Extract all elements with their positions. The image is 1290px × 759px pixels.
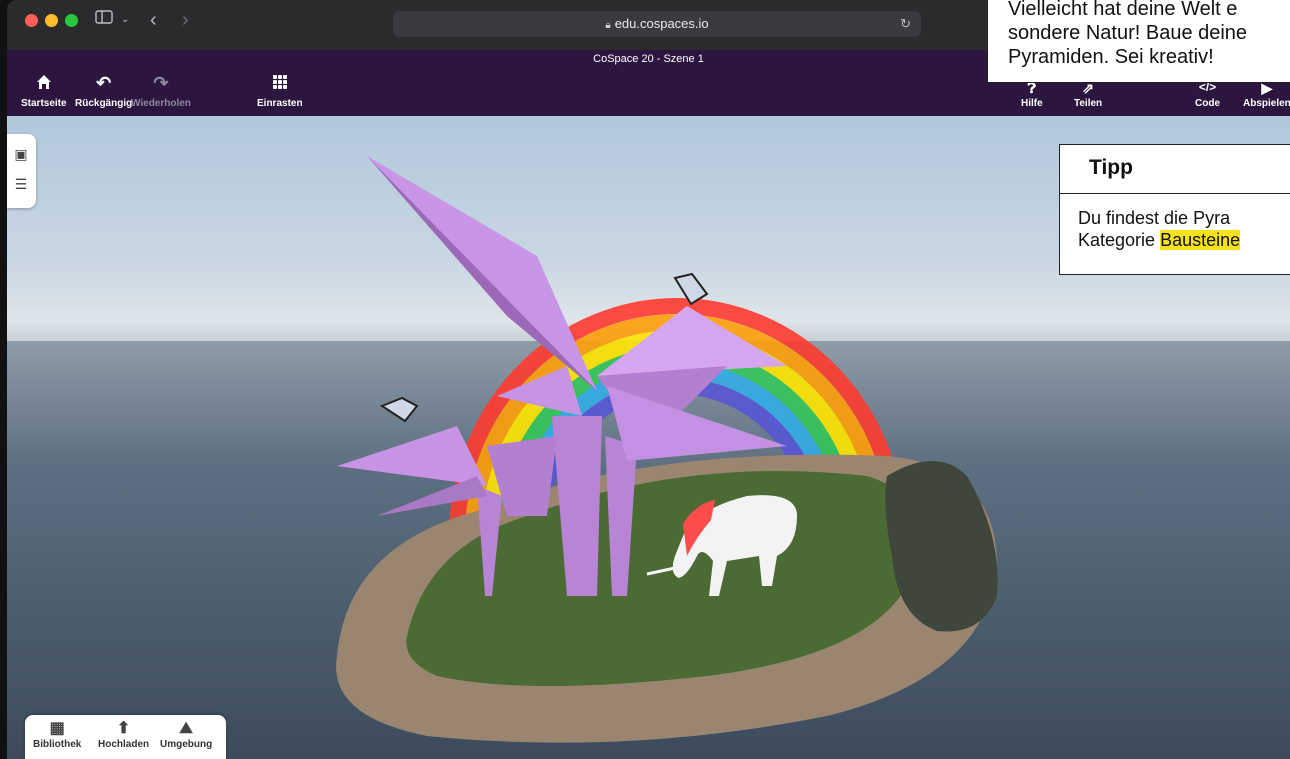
environment-label: Umgebung — [160, 739, 213, 750]
forward-icon[interactable]: › — [182, 9, 189, 31]
undo-button[interactable]: ↶ Rückgängig — [75, 74, 132, 109]
upload-icon: ⬆ — [116, 720, 131, 737]
code-button[interactable]: </> Code — [1195, 80, 1220, 109]
redo-icon: ↷ — [153, 73, 169, 93]
environment-button[interactable]: ⛰ Umgebung — [160, 719, 212, 750]
environment-icon: ⛰ — [179, 720, 193, 737]
grid-icon — [257, 74, 303, 94]
task-box: Vielleicht hat deine Welt e sondere Natu… — [987, 0, 1290, 83]
bottom-toolbar: ▦ Bibliothek ⬆ Hochladen ⛰ Umgebung — [25, 715, 226, 759]
tip-text: Du findest die Pyra Kategorie Bausteine — [1060, 194, 1290, 251]
share-button[interactable]: ⇗ Teilen — [1074, 80, 1102, 109]
task-line-1: Vielleicht hat deine Welt e — [1008, 0, 1238, 20]
upload-button[interactable]: ⬆ Hochladen — [98, 719, 149, 750]
home-icon — [21, 74, 67, 94]
gallery-icon[interactable]: ▣ — [12, 146, 30, 163]
zoom-window-button[interactable] — [65, 14, 78, 27]
close-window-button[interactable] — [25, 14, 38, 27]
chevron-down-icon[interactable]: ⌄ — [121, 9, 129, 31]
library-button[interactable]: ▦ Bibliothek — [33, 719, 81, 750]
address-bar[interactable]: 🔒︎ edu.cospaces.io ↻ — [393, 11, 921, 37]
help-label: Hilfe — [1021, 98, 1043, 109]
reload-icon[interactable]: ↻ — [900, 11, 911, 37]
tip-title: Tipp — [1060, 145, 1290, 194]
play-button[interactable]: ▶ Abspielen — [1243, 80, 1290, 109]
help-button[interactable]: ❓︎ Hilfe — [1021, 80, 1043, 109]
home-label: Startseite — [21, 98, 67, 109]
share-label: Teilen — [1074, 98, 1103, 109]
back-icon[interactable]: ‹ — [150, 9, 157, 31]
left-side-panel: ▣ ☰ — [7, 134, 36, 208]
url-text: edu.cospaces.io — [614, 16, 709, 31]
tip-highlight: Bausteine — [1160, 230, 1241, 250]
tip-box: Tipp Du findest die Pyra Kategorie Baust… — [1059, 144, 1290, 275]
tip-line-2: Kategorie Bausteine — [1078, 229, 1290, 251]
tip-line-2-prefix: Kategorie — [1078, 230, 1161, 250]
library-label: Bibliothek — [33, 739, 82, 750]
browser-window: ⌄ ‹ › 🔒︎ edu.cospaces.io ↻ CoSpace 20 - S… — [7, 0, 1290, 759]
sidebar-toggle-icon[interactable] — [95, 9, 113, 31]
play-label: Abspielen — [1243, 98, 1290, 109]
code-label: Code — [1195, 98, 1220, 109]
upload-label: Hochladen — [98, 739, 150, 750]
library-icon: ▦ — [49, 720, 65, 737]
undo-icon: ↶ — [96, 73, 112, 93]
list-icon[interactable]: ☰ — [12, 176, 30, 193]
redo-label: Wiederholen — [131, 98, 191, 109]
tip-line-1: Du findest die Pyra — [1078, 208, 1231, 228]
undo-label: Rückgängig — [75, 98, 133, 109]
minimize-window-button[interactable] — [45, 14, 58, 27]
task-line-2: sondere Natur! Baue deine — [1008, 22, 1248, 44]
redo-button[interactable]: ↷ Wiederholen — [131, 74, 191, 109]
task-line-3: Pyramiden. Sei kreativ! — [1008, 46, 1214, 68]
snap-label: Einrasten — [257, 98, 303, 109]
snap-button[interactable]: Einrasten — [257, 74, 303, 109]
home-button[interactable]: Startseite — [21, 74, 67, 109]
lock-icon: 🔒︎ — [605, 20, 611, 31]
